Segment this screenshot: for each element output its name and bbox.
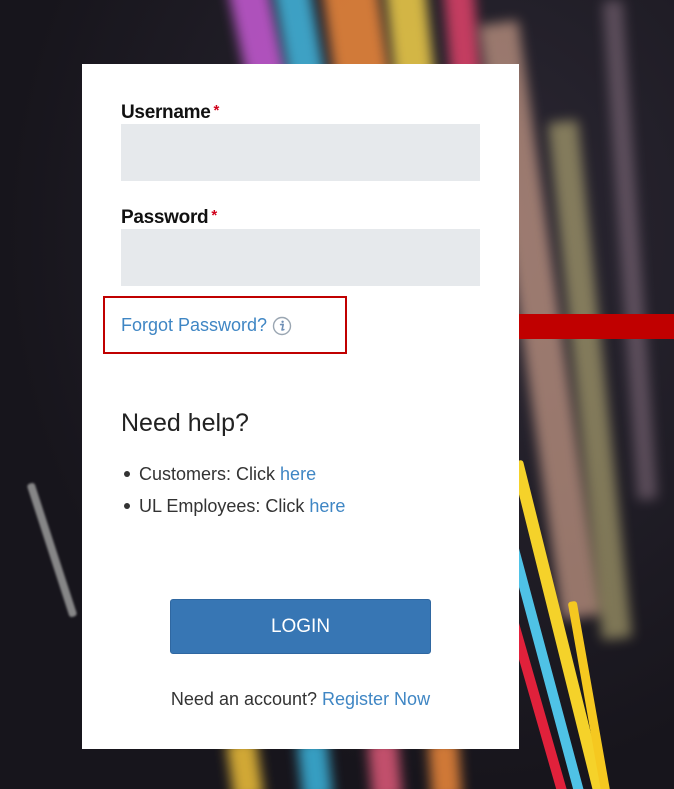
bullet-icon: [124, 502, 130, 509]
forgot-password-link[interactable]: Forgot Password?: [121, 315, 292, 336]
help-title: Need help?: [121, 409, 249, 437]
customers-help-link[interactable]: here: [280, 464, 316, 484]
forgot-password-text: Forgot Password?: [121, 315, 268, 335]
password-input[interactable]: [121, 229, 480, 286]
register-prompt: Need an account? Register Now: [170, 689, 431, 709]
required-mark: *: [213, 102, 220, 119]
required-mark: *: [211, 207, 217, 224]
login-button[interactable]: LOGIN: [170, 599, 431, 654]
username-input[interactable]: [121, 124, 480, 181]
employees-help-link[interactable]: here: [309, 496, 345, 516]
help-item-employees: UL Employees: Click here: [121, 490, 345, 522]
password-label: Password *: [121, 207, 217, 228]
register-now-link[interactable]: Register Now: [322, 689, 430, 709]
bullet-icon: [124, 470, 130, 477]
login-card: Username * Password * Forgot Password? Nee…: [82, 64, 519, 749]
help-list: Customers: Click here UL Employees: Clic…: [121, 458, 345, 522]
info-circle-icon[interactable]: [272, 316, 292, 336]
username-label: Username *: [121, 102, 220, 123]
help-item-customers: Customers: Click here: [121, 458, 345, 490]
